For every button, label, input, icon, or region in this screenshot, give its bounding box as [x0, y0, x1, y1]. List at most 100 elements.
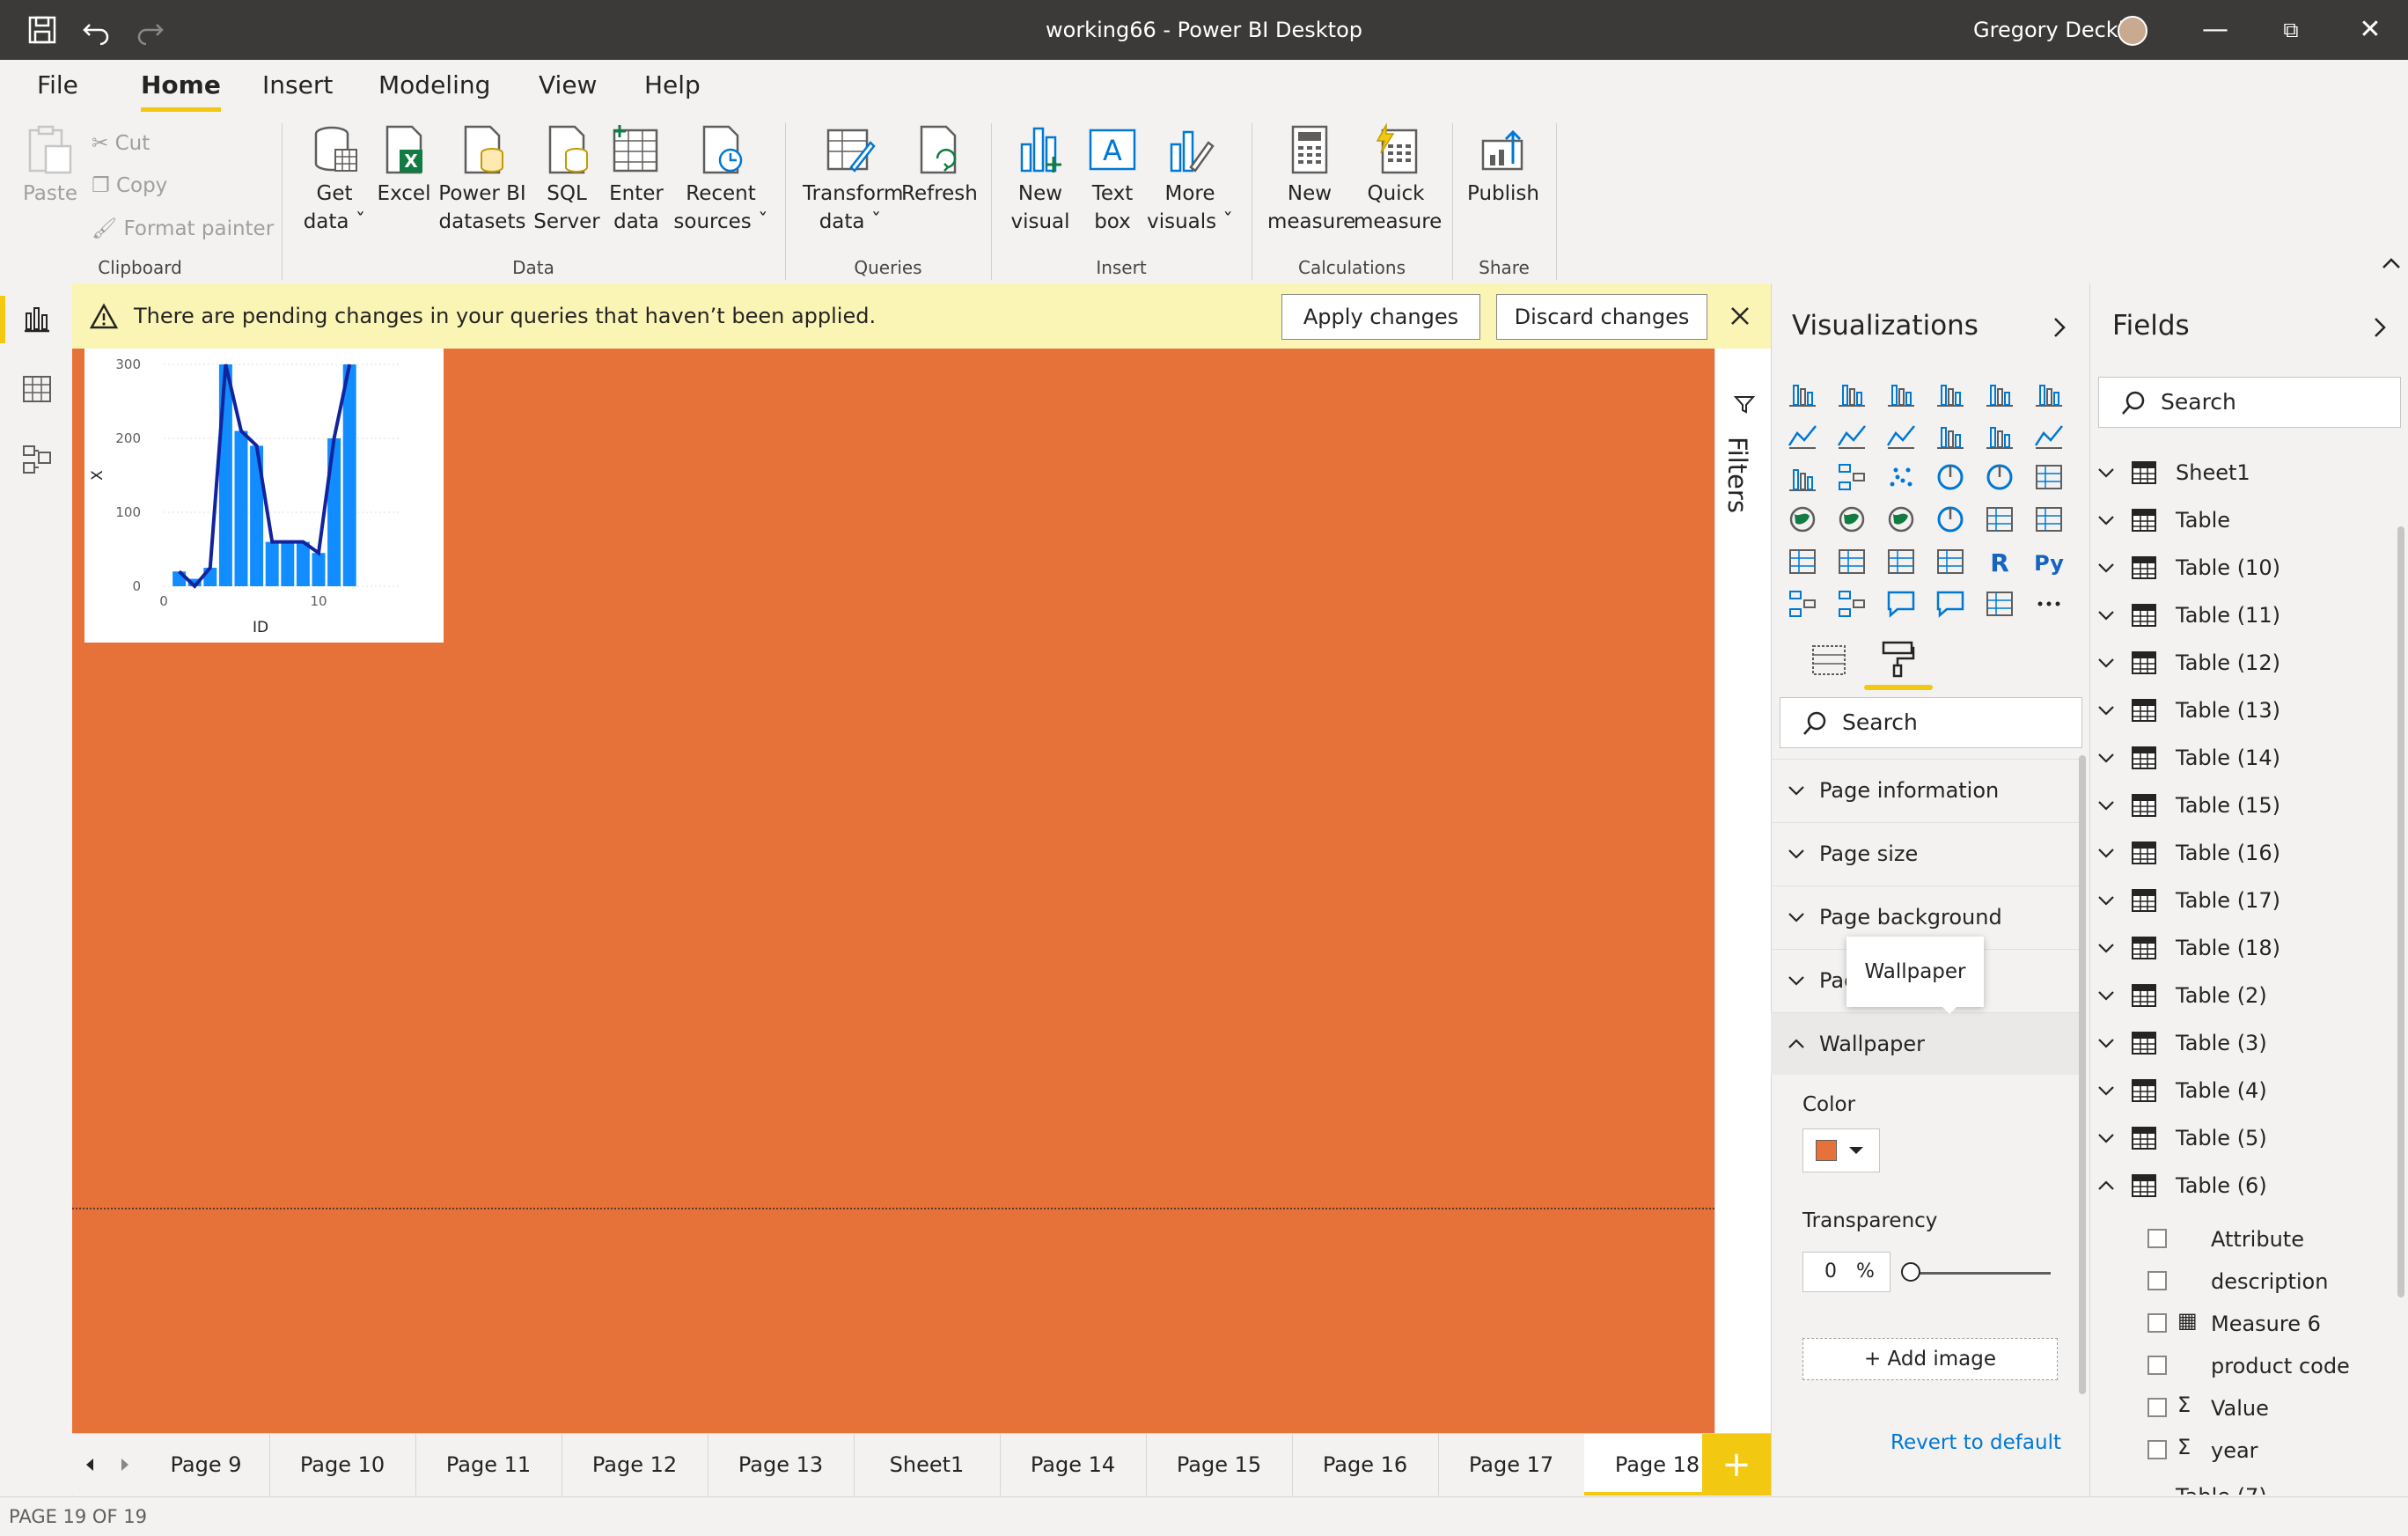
- more-icon[interactable]: [2033, 588, 2065, 620]
- field-table-row[interactable]: Table (17): [2089, 877, 2389, 924]
- field-checkbox[interactable]: [2147, 1440, 2167, 1459]
- chevron-up-icon[interactable]: [2096, 1176, 2116, 1195]
- fields-search-box[interactable]: Search: [2098, 377, 2401, 428]
- smart-narrative-icon[interactable]: [1934, 588, 1966, 620]
- field-table-row[interactable]: Table (15): [2089, 782, 2389, 829]
- r-visual-icon[interactable]: R: [1984, 546, 2015, 577]
- python-visual-icon[interactable]: Py: [2033, 546, 2065, 577]
- transform-data-button[interactable]: Transform data ˇ: [803, 123, 903, 236]
- donut-icon[interactable]: [1984, 461, 2015, 493]
- quick-measure-button[interactable]: Quick measure: [1354, 123, 1442, 236]
- key-influencers-icon[interactable]: [1787, 588, 1818, 620]
- field-table-row[interactable]: Table (6): [2089, 1162, 2389, 1209]
- line-icon[interactable]: [1787, 419, 1818, 451]
- gauge-icon[interactable]: [1934, 503, 1966, 535]
- revert-to-default-link[interactable]: Revert to default: [1890, 1431, 2061, 1454]
- refresh-button[interactable]: Refresh: [901, 123, 978, 208]
- field-table-row[interactable]: Table (3): [2089, 1019, 2389, 1067]
- field-table-row[interactable]: Table (16): [2089, 829, 2389, 877]
- page-tab[interactable]: Page 12: [562, 1434, 708, 1496]
- enter-data-button[interactable]: Enter data: [606, 123, 667, 236]
- bar[interactable]: [234, 430, 248, 586]
- bar[interactable]: [342, 364, 356, 586]
- field-table-row[interactable]: Table (11): [2089, 592, 2389, 639]
- field-item[interactable]: description: [2089, 1260, 2389, 1303]
- ribbon-icon[interactable]: [2033, 419, 2065, 451]
- page-tab[interactable]: Page 17: [1438, 1434, 1585, 1496]
- page-tab[interactable]: Page 11: [415, 1434, 562, 1496]
- field-item[interactable]: Σyear: [2089, 1429, 2389, 1472]
- qa-icon[interactable]: [1885, 588, 1917, 620]
- page-tab[interactable]: Page 10: [269, 1434, 416, 1496]
- slicer-icon[interactable]: [1836, 546, 1868, 577]
- bar[interactable]: [218, 364, 232, 586]
- chevron-down-icon[interactable]: [2096, 1033, 2116, 1053]
- pie-icon[interactable]: [1934, 461, 1966, 493]
- model-view-icon[interactable]: [21, 444, 53, 475]
- section-page-size[interactable]: Page size: [1771, 822, 2081, 885]
- sql-server-button[interactable]: SQL Server: [532, 123, 602, 236]
- transparency-input[interactable]: 0 %: [1802, 1252, 1890, 1292]
- bar[interactable]: [312, 553, 326, 586]
- color-picker[interactable]: [1802, 1128, 1880, 1172]
- area-icon[interactable]: [1836, 419, 1868, 451]
- field-checkbox[interactable]: [2147, 1398, 2167, 1417]
- publish-button[interactable]: Publish: [1466, 123, 1540, 208]
- field-table-row[interactable]: Table (14): [2089, 734, 2389, 782]
- new-visual-button[interactable]: New visual: [1005, 123, 1076, 236]
- scatter-icon[interactable]: [1885, 461, 1917, 493]
- chevron-down-icon[interactable]: [2096, 701, 2116, 720]
- scroll-left-icon[interactable]: [81, 1455, 99, 1474]
- tab-insert[interactable]: Insert: [262, 70, 333, 99]
- field-table-row[interactable]: Table (18): [2089, 924, 2389, 972]
- field-table-row[interactable]: Table (4): [2089, 1067, 2389, 1114]
- excel-button[interactable]: X Excel: [373, 123, 435, 208]
- power-bi-datasets-button[interactable]: Power BI datasets: [438, 123, 526, 236]
- collapse-ribbon-icon[interactable]: [2380, 255, 2403, 273]
- field-item[interactable]: ▦ Measure 6: [2089, 1303, 2389, 1345]
- close-icon[interactable]: [1729, 305, 1751, 327]
- fields-pane-scrollbar[interactable]: [2397, 526, 2404, 1297]
- field-item[interactable]: Σ Value: [2089, 1387, 2389, 1429]
- tab-home[interactable]: Home: [141, 70, 221, 112]
- field-table-row[interactable]: Table (2): [2089, 972, 2389, 1019]
- chevron-down-icon[interactable]: [2096, 1128, 2116, 1148]
- multi-row-card-icon[interactable]: [2033, 503, 2065, 535]
- add-page-button[interactable]: +: [1702, 1434, 1771, 1496]
- text-box-button[interactable]: A Text box: [1079, 123, 1146, 236]
- close-window-button[interactable]: ✕: [2331, 0, 2408, 60]
- section-page-information[interactable]: Page information: [1771, 759, 2081, 821]
- map-icon[interactable]: [1787, 503, 1818, 535]
- data-view-icon[interactable]: [21, 373, 53, 405]
- clustered-column-icon[interactable]: [1934, 377, 1966, 408]
- page-tab[interactable]: Sheet1: [854, 1434, 1001, 1496]
- chevron-down-icon[interactable]: [2096, 843, 2116, 863]
- field-checkbox[interactable]: [2147, 1356, 2167, 1375]
- field-table-row[interactable]: Table (10): [2089, 544, 2389, 592]
- 100-column-icon[interactable]: [2033, 377, 2065, 408]
- fields-well-icon[interactable]: [1811, 643, 1846, 678]
- page-tab[interactable]: Page 14: [1000, 1434, 1147, 1496]
- waterfall-icon[interactable]: [1787, 461, 1818, 493]
- copy-button[interactable]: ❐ Copy: [92, 174, 167, 197]
- paste-button[interactable]: Paste: [21, 123, 79, 208]
- tab-modeling[interactable]: Modeling: [378, 70, 490, 99]
- bar[interactable]: [281, 541, 295, 586]
- discard-changes-button[interactable]: Discard changes: [1496, 294, 1707, 340]
- field-table-row[interactable]: Table (12): [2089, 639, 2389, 687]
- stacked-column-icon[interactable]: [1836, 377, 1868, 408]
- chevron-down-icon[interactable]: [2096, 511, 2116, 530]
- avatar[interactable]: [2118, 16, 2147, 46]
- chevron-down-icon[interactable]: [2096, 558, 2116, 577]
- section-wallpaper[interactable]: Wallpaper: [1771, 1012, 2081, 1075]
- transparency-slider-thumb[interactable]: [1901, 1262, 1920, 1282]
- bar[interactable]: [265, 541, 279, 586]
- column-line-chart-visual[interactable]: 0 100 200 300 0 10 ID X: [84, 349, 444, 643]
- more-visuals-button[interactable]: More visuals ˇ: [1146, 123, 1234, 236]
- chevron-down-icon[interactable]: [2096, 891, 2116, 910]
- card-icon[interactable]: [1984, 503, 2015, 535]
- paint-roller-icon[interactable]: [1880, 639, 1915, 678]
- page-tab[interactable]: Page 15: [1146, 1434, 1293, 1496]
- chevron-down-icon[interactable]: [2096, 653, 2116, 672]
- filters-pane-collapsed[interactable]: Filters: [1714, 349, 1772, 1433]
